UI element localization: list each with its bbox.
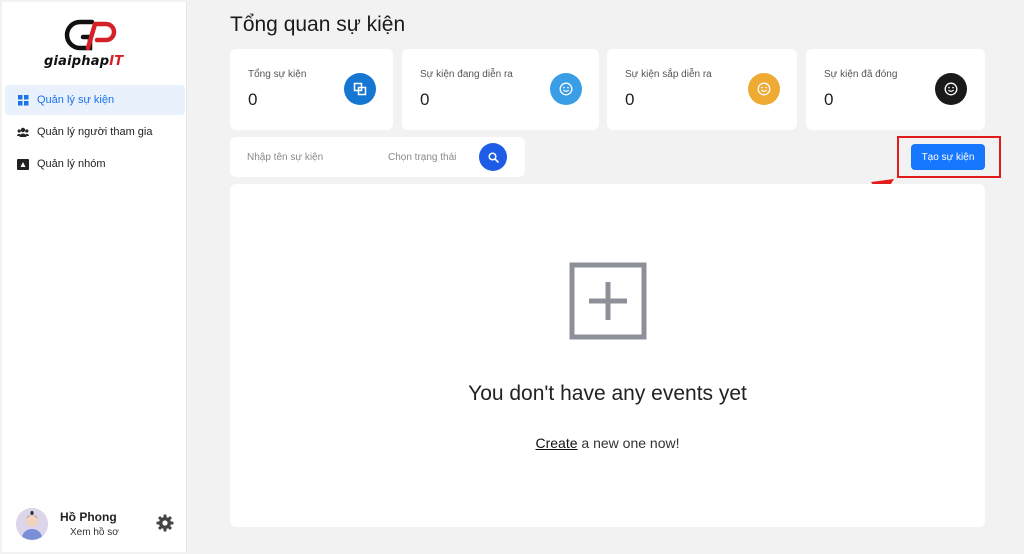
stat-value: 0 [420,90,430,109]
grid-icon [17,94,29,106]
search-button[interactable] [479,143,507,171]
logo-mark-icon [64,19,117,51]
profile-name: Hồ Phong [60,510,117,524]
smile-icon [935,73,967,105]
avatar[interactable] [16,508,48,540]
stat-label: Sự kiện đang diễn ra [420,69,513,80]
logo-text: giaiphapIT [44,54,124,69]
stat-value: 0 [824,90,834,109]
sidebar-item-label: Quản lý người tham gia [37,126,153,138]
stat-card-total: Tổng sự kiện 0 [230,49,393,130]
gear-icon[interactable] [156,514,174,532]
create-link[interactable]: Create [536,435,578,451]
search-icon [487,151,499,163]
empty-state-subtitle: Create a new one now! [230,435,985,451]
logo[interactable]: giaiphapIT [40,18,152,72]
page-title: Tổng quan sự kiện [230,13,406,36]
sidebar-item-label: Quản lý sự kiện [37,94,115,106]
stat-card-ongoing: Sự kiện đang diễn ra 0 [402,49,599,130]
sidebar-item-participants[interactable]: Quản lý người tham gia [5,117,185,147]
smile-icon [748,73,780,105]
add-square-icon[interactable] [569,262,647,340]
stat-label: Tổng sự kiện [248,69,307,80]
stat-card-closed: Sự kiện đã đóng 0 [806,49,985,130]
stat-card-upcoming: Sự kiện sắp diễn ra 0 [607,49,797,130]
sidebar-item-label: Quản lý nhóm [37,158,106,170]
annotation-highlight-box [897,136,1001,178]
sidebar: giaiphapIT Quản lý sự kiện Quản lý người… [2,2,187,552]
filter-bar [230,137,525,177]
stat-label: Sự kiện sắp diễn ra [625,69,712,80]
events-panel: You don't have any events yet Create a n… [230,184,985,527]
empty-state-title: You don't have any events yet [468,382,747,405]
event-name-input[interactable] [247,149,372,165]
copy-squares-icon [344,73,376,105]
users-icon [17,126,29,138]
empty-state-rest: a new one now! [577,435,680,451]
stat-value: 0 [625,90,635,109]
smile-icon [550,73,582,105]
sidebar-item-groups[interactable]: Quản lý nhóm [5,149,185,179]
stat-value: 0 [248,90,258,109]
status-select[interactable] [388,149,473,165]
stat-label: Sự kiện đã đóng [824,69,898,80]
sidebar-nav: Quản lý sự kiện Quản lý người tham gia Q… [5,85,185,181]
user-profile: Hồ Phong Xem hồ sơ [16,504,181,544]
sidebar-item-events[interactable]: Quản lý sự kiện [5,85,185,115]
view-profile-link[interactable]: Xem hồ sơ [70,527,119,538]
group-card-icon [17,158,29,170]
